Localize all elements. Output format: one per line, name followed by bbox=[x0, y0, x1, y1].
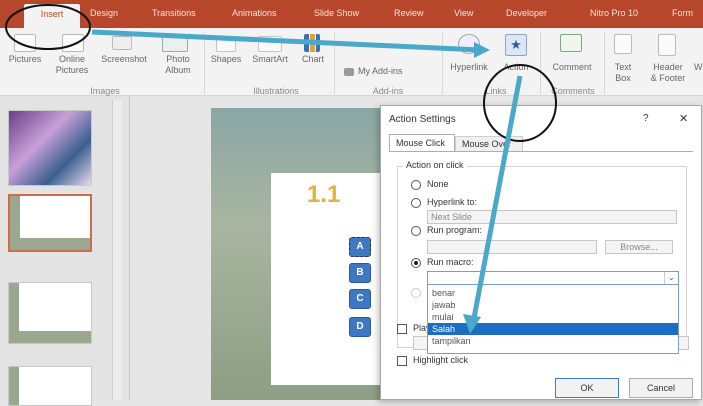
action-button[interactable]: Action bbox=[498, 62, 534, 73]
action-icon[interactable]: ★ bbox=[505, 34, 527, 56]
comment-icon[interactable] bbox=[560, 34, 582, 52]
object-action-radio[interactable] bbox=[411, 288, 421, 298]
slide-thumbnail-2[interactable] bbox=[8, 194, 92, 252]
macro-option[interactable]: mulai bbox=[428, 311, 678, 323]
photo-album-button[interactable]: Photo Album bbox=[150, 54, 206, 76]
run-program-label: Run program: bbox=[427, 225, 483, 235]
chevron-down-icon[interactable]: ⌄ bbox=[664, 272, 678, 284]
comments-group-label: Comments bbox=[551, 86, 595, 96]
tab-mouse-click[interactable]: Mouse Click bbox=[389, 134, 455, 152]
shapes-button[interactable]: Shapes bbox=[204, 54, 248, 65]
hyperlink-button[interactable]: Hyperlink bbox=[446, 62, 492, 73]
tab-divider bbox=[389, 151, 693, 152]
slide-thumbnail-3[interactable] bbox=[8, 282, 92, 344]
close-icon[interactable]: ✕ bbox=[679, 112, 688, 125]
browse-button[interactable]: Browse... bbox=[605, 240, 673, 254]
group-title: Action on click bbox=[403, 160, 467, 170]
ribbon-tab-bar: Insert Design Transitions Animations Sli… bbox=[0, 0, 703, 28]
highlight-click-checkbox[interactable] bbox=[397, 356, 407, 366]
text-box-icon[interactable] bbox=[614, 34, 632, 54]
play-sound-checkbox[interactable] bbox=[397, 324, 407, 334]
addins-group-label: Add-ins bbox=[372, 86, 404, 96]
smartart-icon[interactable] bbox=[258, 36, 282, 52]
dialog-title: Action Settings bbox=[389, 114, 456, 125]
online-pictures-button[interactable]: Online Pictures bbox=[40, 54, 104, 76]
tab-format[interactable]: Form bbox=[672, 8, 693, 18]
run-macro-label: Run macro: bbox=[427, 257, 474, 267]
hyperlink-icon[interactable] bbox=[458, 34, 480, 54]
tab-view[interactable]: View bbox=[454, 8, 473, 18]
tab-design[interactable]: Design bbox=[90, 8, 118, 18]
hyperlink-select[interactable]: Next Slide bbox=[427, 210, 677, 224]
answer-button-b[interactable]: B bbox=[349, 263, 371, 283]
group-separator bbox=[334, 32, 335, 94]
my-addins-button[interactable]: My Add-ins bbox=[358, 66, 403, 77]
slide-content-card: 1.1 A B C D bbox=[271, 173, 391, 385]
tab-mouse-over[interactable]: Mouse Over bbox=[455, 136, 523, 152]
run-program-radio[interactable] bbox=[411, 226, 421, 236]
photo-album-icon[interactable] bbox=[162, 34, 188, 52]
action-settings-dialog: Action Settings ? ✕ Mouse Click Mouse Ov… bbox=[380, 105, 702, 400]
slide-thumbnail-4[interactable] bbox=[8, 366, 92, 406]
tab-developer[interactable]: Developer bbox=[506, 8, 547, 18]
run-macro-radio[interactable] bbox=[411, 258, 421, 268]
slide-thumbnail-pane bbox=[0, 96, 130, 406]
tab-slide-show[interactable]: Slide Show bbox=[314, 8, 359, 18]
ok-button[interactable]: OK bbox=[555, 378, 619, 398]
tab-nitro-pro[interactable]: Nitro Pro 10 bbox=[590, 8, 638, 18]
chart-button[interactable]: Chart bbox=[298, 54, 328, 65]
slide-thumbnail-1[interactable] bbox=[8, 110, 92, 186]
run-program-input[interactable] bbox=[427, 240, 597, 254]
images-group-label: Images bbox=[90, 86, 120, 96]
pictures-icon[interactable] bbox=[14, 34, 36, 52]
comment-button[interactable]: Comment bbox=[546, 62, 598, 73]
group-separator bbox=[540, 32, 541, 94]
tab-animations[interactable]: Animations bbox=[232, 8, 277, 18]
macro-dropdown-list[interactable]: benar jawab mulai Salah tampilkan bbox=[427, 284, 679, 354]
thumbnail-scrollbar[interactable] bbox=[112, 100, 122, 400]
group-separator bbox=[442, 32, 443, 94]
group-separator bbox=[604, 32, 605, 94]
tab-transitions[interactable]: Transitions bbox=[152, 8, 196, 18]
answer-button-c[interactable]: C bbox=[349, 289, 371, 309]
tab-insert[interactable]: Insert bbox=[24, 4, 80, 28]
screenshot-icon[interactable] bbox=[112, 36, 132, 50]
ribbon: Pictures Online Pictures Screenshot Phot… bbox=[0, 28, 703, 96]
macro-option[interactable]: benar bbox=[428, 287, 678, 299]
none-label: None bbox=[427, 179, 449, 189]
tab-review[interactable]: Review bbox=[394, 8, 424, 18]
help-button[interactable]: ? bbox=[643, 113, 649, 124]
slide-number-title: 1.1 bbox=[307, 181, 341, 208]
macro-option-selected[interactable]: Salah bbox=[428, 323, 678, 335]
macro-option[interactable]: jawab bbox=[428, 299, 678, 311]
header-footer-icon[interactable] bbox=[658, 34, 676, 56]
smartart-button[interactable]: SmartArt bbox=[244, 54, 296, 65]
macro-select[interactable]: ⌄ bbox=[427, 271, 679, 285]
highlight-click-label: Highlight click bbox=[413, 355, 469, 365]
none-radio[interactable] bbox=[411, 180, 421, 190]
cancel-button[interactable]: Cancel bbox=[629, 378, 693, 398]
text-box-button[interactable]: Text Box bbox=[606, 62, 640, 84]
pictures-button[interactable]: Pictures bbox=[6, 54, 44, 65]
hyperlink-label: Hyperlink to: bbox=[427, 197, 478, 207]
links-group-label: Links bbox=[485, 86, 507, 96]
wordart-button[interactable]: W bbox=[694, 62, 703, 73]
macro-option[interactable]: tampilkan bbox=[428, 335, 678, 347]
hyperlink-radio[interactable] bbox=[411, 198, 421, 208]
chart-icon[interactable] bbox=[304, 34, 320, 52]
answer-button-d[interactable]: D bbox=[349, 317, 371, 337]
store-icon[interactable] bbox=[344, 68, 354, 76]
header-footer-button[interactable]: Header & Footer bbox=[644, 62, 692, 84]
shapes-icon[interactable] bbox=[216, 36, 236, 52]
answer-button-a[interactable]: A bbox=[349, 237, 371, 257]
illustrations-group-label: Illustrations bbox=[253, 86, 299, 96]
online-pictures-icon[interactable] bbox=[62, 34, 84, 52]
screenshot-button[interactable]: Screenshot bbox=[98, 54, 150, 65]
